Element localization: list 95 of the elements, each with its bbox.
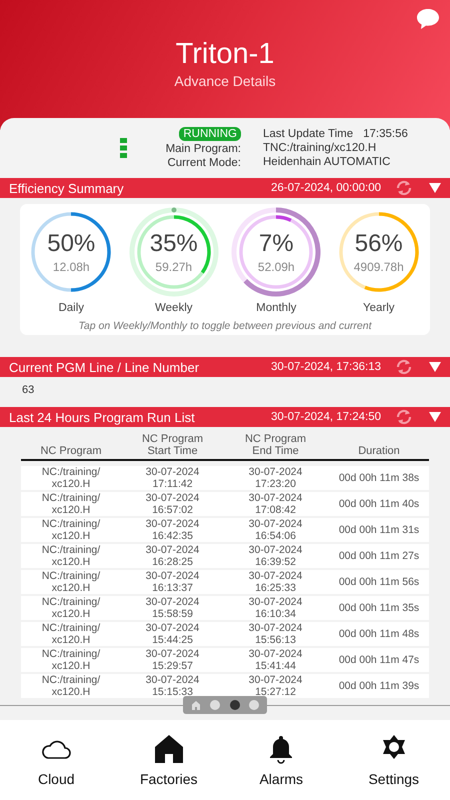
column-header: Duration [357,445,401,457]
column-header: NC Program [39,445,103,457]
column-header: NC Program Start Time [140,433,204,457]
hint-text: Tap on Weekly/Monthly to toggle between previous and current [78,320,372,332]
section-timestamp: 30-07-2024, 17:24:50 [271,411,381,423]
table-cell-text: 30-07-2024 16:10:34 [248,596,304,620]
field-label: Last Update Time [263,128,354,140]
nav-tab[interactable]: Cloud [11,733,102,787]
gauge-label: Yearly [362,302,395,314]
refresh-icon[interactable] [395,409,413,425]
table-cell-text: 00d 00h 11m 39s [338,680,420,692]
gauge-ring[interactable] [231,207,322,297]
page-dot[interactable] [210,700,220,710]
table-row[interactable]: NC:/training/ xc120.H 30-07-2024 15:58:59 30-07-2024 16:10:34 00d 00h 11m 35s [21,596,429,620]
table-cell-text: 30-07-2024 16:39:52 [248,544,304,568]
nav-tab[interactable]: Factories [124,733,214,787]
table-cell-text: 30-07-2024 15:56:13 [248,622,304,646]
field-value: 17:35:56 [363,128,408,140]
refresh-icon[interactable] [395,180,413,196]
status-bars-icon [120,138,127,158]
gauge-hours: 12.08h [52,260,90,274]
table-cell-text: 00d 00h 11m 47s [338,654,420,666]
table-row[interactable]: NC:/training/ xc120.H 30-07-2024 16:28:25 30-07-2024 16:39:52 00d 00h 11m 27s [21,544,429,568]
table-cell-text: NC:/training/ xc120.H [40,596,102,620]
table-cell-text: 30-07-2024 15:27:12 [248,674,304,698]
machine-title: Triton-1 [176,38,274,71]
section-title: Current PGM Line / Line Number [9,360,200,374]
nav-tab[interactable]: Settings [348,733,439,787]
table-cell-text: NC:/training/ xc120.H [40,466,102,490]
table-cell-text: 00d 00h 11m 27s [338,550,420,562]
table-cell-text: 00d 00h 11m 56s [338,576,420,588]
table-cell-text: 00d 00h 11m 31s [338,524,420,536]
gauge-percent: 50% [47,230,96,258]
table-cell-text: 00d 00h 11m 40s [338,498,420,510]
section-title: Last 24 Hours Program Run List [9,410,196,424]
expand-toggle[interactable] [429,362,441,372]
table-cell-text: 30-07-2024 16:54:06 [248,518,304,542]
gauge-label: Daily [58,302,84,314]
table-row[interactable]: NC:/training/ xc120.H 30-07-2024 15:29:57 30-07-2024 15:41:44 00d 00h 11m 47s [21,648,429,672]
column-header: NC Program End Time [244,433,308,457]
gauge-percent: 35% [150,230,198,258]
gauge-hours: 52.09h [258,260,295,274]
table-cell-text: 30-07-2024 15:29:57 [144,648,200,672]
table-cell-text: 30-07-2024 16:28:25 [144,544,200,568]
page-subtitle: Advance Details [174,73,276,89]
nav-tab[interactable]: Alarms [236,733,326,787]
table-row[interactable]: NC:/training/ xc120.H 30-07-2024 15:44:25 30-07-2024 15:56:13 00d 00h 11m 48s [21,622,429,646]
table-cell-text: 30-07-2024 15:15:33 [144,674,200,698]
table-row[interactable]: NC:/training/ xc120.H 30-07-2024 16:57:02 30-07-2024 17:08:42 00d 00h 11m 40s [21,492,429,516]
section-title: Efficiency Summary [9,180,125,196]
table-row[interactable]: NC:/training/ xc120.H 30-07-2024 16:42:35 30-07-2024 16:54:06 00d 00h 11m 31s [21,518,429,542]
expand-toggle[interactable] [429,412,441,422]
table-row[interactable]: NC:/training/ xc120.H 30-07-2024 16:13:37 30-07-2024 16:25:33 00d 00h 11m 56s [21,570,429,594]
table-cell-text: 00d 00h 11m 38s [338,472,420,484]
field-value: TNC:/training/xc120.H [263,142,378,154]
table-cell-text: NC:/training/ xc120.H [40,518,102,542]
section-timestamp: 30-07-2024, 17:36:13 [271,361,381,373]
table-cell-text: 30-07-2024 15:58:59 [144,596,200,620]
gauge-percent: 7% [258,230,294,258]
table-cell-text: 30-07-2024 15:41:44 [248,648,304,672]
field-value: Heidenhain AUTOMATIC [263,156,392,168]
table-cell-text: 00d 00h 11m 48s [338,628,420,640]
field-label: Main Program: [166,143,241,155]
table-cell-text: 30-07-2024 17:08:42 [248,492,304,516]
line-number: 63 [22,384,34,396]
gauge-hours: 4909.78h [354,260,404,274]
table-cell-text: NC:/training/ xc120.H [40,622,102,646]
table-cell-text: NC:/training/ xc120.H [40,544,102,568]
table-cell-text: 30-07-2024 16:13:37 [144,570,200,594]
table-cell-text: 30-07-2024 17:23:20 [248,466,304,490]
table-cell-text: 30-07-2024 17:11:42 [144,466,200,490]
table-cell-text: 30-07-2024 16:57:02 [144,492,200,516]
table-cell-text: NC:/training/ xc120.H [40,492,102,516]
gauge-label: Weekly [155,302,192,314]
chat-icon[interactable] [416,8,440,30]
table-row[interactable]: NC:/training/ xc120.H 30-07-2024 15:15:33 30-07-2024 15:27:12 00d 00h 11m 39s [21,674,429,698]
table-cell-text: 00d 00h 11m 35s [338,602,420,614]
table-cell-text: NC:/training/ xc120.H [40,570,102,594]
gauge-hours: 59.27h [155,260,192,274]
gauge-ring[interactable] [128,207,219,297]
expand-toggle[interactable] [429,183,441,193]
refresh-icon[interactable] [395,359,413,375]
gauge-label: Monthly [256,302,296,314]
table-cell-text: 30-07-2024 16:42:35 [144,518,200,542]
status-badge: RUNNING [179,127,241,141]
field-label: Current Mode: [167,157,241,169]
table-row[interactable]: NC:/training/ xc120.H 30-07-2024 17:11:42 30-07-2024 17:23:20 00d 00h 11m 38s [21,466,429,490]
table-cell-text: NC:/training/ xc120.H [40,648,102,672]
page-dot[interactable] [230,700,240,710]
table-cell-text: NC:/training/ xc120.H [40,674,102,698]
gauge-percent: 56% [354,230,403,258]
table-cell-text: 30-07-2024 16:25:33 [248,570,304,594]
section-timestamp: 26-07-2024, 00:00:00 [271,182,381,194]
page-dot[interactable] [249,700,260,710]
table-cell-text: 30-07-2024 15:44:25 [144,622,200,646]
